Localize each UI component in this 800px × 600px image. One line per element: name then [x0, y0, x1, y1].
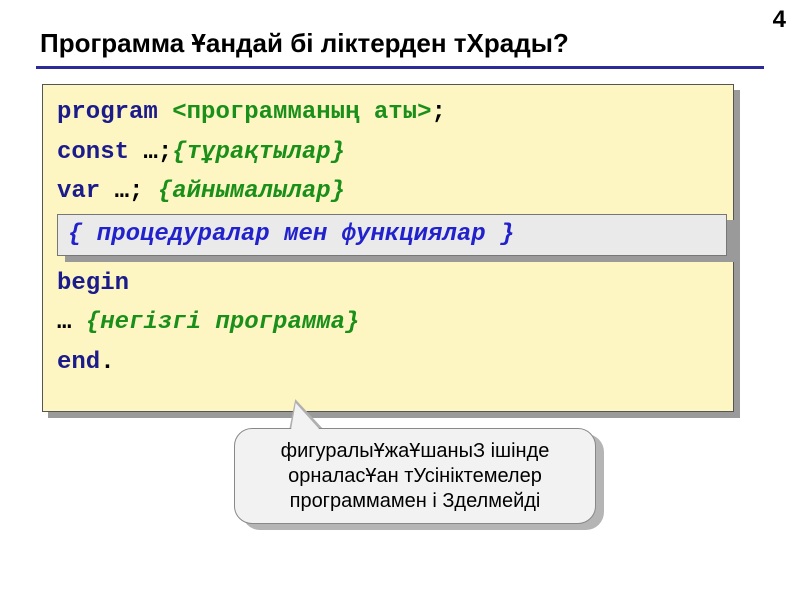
keyword-program: program: [57, 99, 158, 126]
end-dot: .: [100, 349, 114, 376]
title-divider: [36, 66, 764, 69]
page-number: 4: [773, 6, 786, 34]
keyword-end: end: [57, 349, 100, 376]
keyword-const: const: [57, 139, 129, 166]
code-line-5: begin: [57, 264, 719, 304]
code-line-1: program <программаның аты>;: [57, 93, 719, 133]
main-ellipsis: …: [57, 309, 86, 336]
keyword-begin: begin: [57, 270, 129, 297]
callout-body: фигуралыҰжаҰшаныЗ ішінде орналасҰан тУсі…: [234, 428, 596, 524]
semicolon: ;: [431, 99, 445, 126]
procedures-functions-box: { процедуралар мен функциялар }: [57, 214, 727, 256]
comment-constants: {тұрақтылар}: [172, 139, 345, 166]
inset-row-wrap: { процедуралар мен функциялар }: [57, 214, 719, 262]
keyword-var: var: [57, 178, 100, 205]
slide: 4 Программа Ұандай бі ліктерден тХрады? …: [0, 0, 800, 600]
code-line-2: const …;{тұрақтылар}: [57, 133, 719, 173]
comment-main-program: {негізгі программа}: [86, 309, 360, 336]
code-line-7: end.: [57, 343, 719, 383]
var-ellipsis: …;: [100, 178, 158, 205]
code-line-6: … {негізгі программа}: [57, 303, 719, 343]
comment-variables: {айнымалылар}: [158, 178, 345, 205]
callout-tail: [285, 400, 323, 438]
code-box: program <программаның аты>; const …;{тұр…: [42, 84, 734, 412]
speech-callout: фигуралыҰжаҰшаныЗ ішінде орналасҰан тУсі…: [234, 404, 614, 544]
code-line-3: var …; {айнымалылар}: [57, 172, 719, 212]
slide-title: Программа Ұандай бі ліктерден тХрады?: [40, 28, 760, 59]
procedures-functions-text: { процедуралар мен функциялар }: [68, 215, 514, 255]
program-name-placeholder: <программаның аты>: [172, 99, 431, 126]
callout-text: фигуралыҰжаҰшаныЗ ішінде орналасҰан тУсі…: [247, 439, 583, 514]
const-ellipsis: …;: [129, 139, 172, 166]
